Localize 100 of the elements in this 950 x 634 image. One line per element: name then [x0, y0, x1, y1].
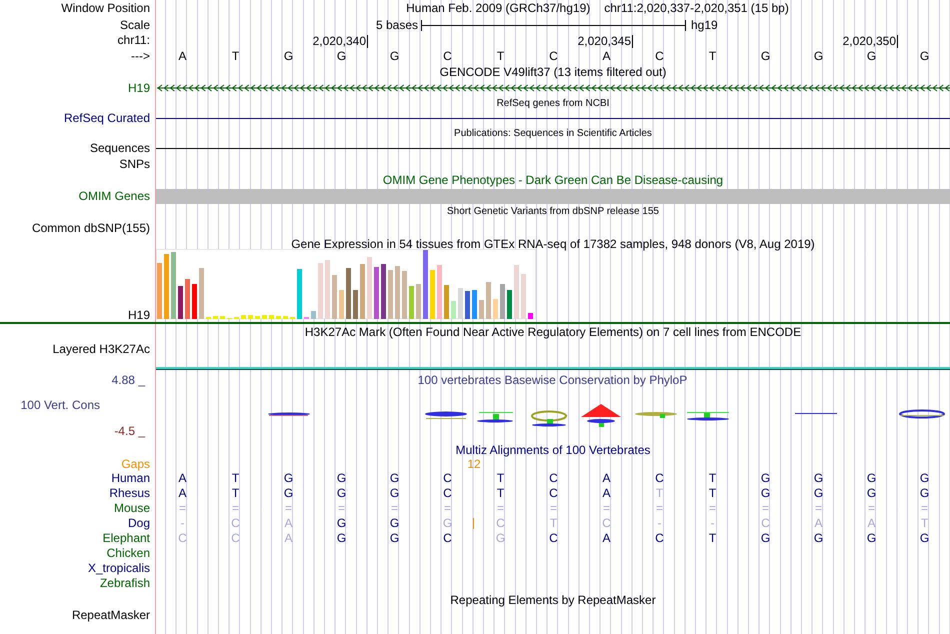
aligned-base: G: [388, 516, 400, 531]
base-letter: G: [760, 48, 772, 65]
expression-bar: [192, 284, 197, 319]
aligned-base: A: [283, 516, 294, 531]
expression-bar: [262, 315, 267, 319]
expression-bar: [423, 250, 428, 319]
track-title: OMIM Gene Phenotypes - Dark Green Can Be Disease-causing: [382, 172, 724, 188]
ruler-tick: 2,020,340: [312, 35, 368, 48]
aligned-base: G: [866, 531, 878, 546]
expression-bar: [367, 257, 372, 319]
expression-bar: [269, 315, 274, 319]
axis-max-label: 4.88 _: [112, 372, 146, 389]
aligned-base: T: [496, 471, 506, 486]
aligned-base: T: [708, 531, 718, 546]
row-label[interactable]: chr11:: [118, 33, 150, 48]
aligned-base: G: [918, 471, 930, 486]
aligned-base: G: [760, 471, 772, 486]
aligned-base: G: [866, 486, 878, 501]
species-label[interactable]: Dog: [128, 516, 150, 531]
track-label[interactable]: Common dbSNP(155): [32, 220, 150, 236]
track-label[interactable]: OMIM Genes: [78, 188, 150, 204]
assembly-name: Human Feb. 2009 (GRCh37/hg19): [406, 0, 590, 17]
species-label[interactable]: Human: [111, 471, 150, 486]
expression-bar: [248, 315, 253, 319]
expression-bar: [465, 291, 470, 319]
track-label[interactable]: 100 Vert. Cons: [20, 389, 150, 421]
expression-bar: [458, 288, 463, 319]
track-title: GENCODE V49lift37 (13 items filtered out): [440, 65, 666, 80]
aligned-base: A: [866, 516, 876, 531]
expression-bar: [472, 290, 477, 319]
gap-count: 12: [466, 457, 482, 471]
aligned-base: G: [388, 531, 400, 546]
genome-location: chr11:2,020,337-2,020,351 (15 bp): [604, 0, 789, 17]
aligned-base: C: [760, 516, 771, 531]
aligned-base: T: [496, 486, 506, 501]
base-letter: C: [548, 48, 559, 65]
aligned-base: =: [602, 501, 611, 516]
aligned-base: G: [388, 471, 400, 486]
aligned-base: G: [336, 471, 348, 486]
aligned-base: =: [496, 501, 505, 516]
expression-bar: [346, 268, 351, 319]
aligned-base: G: [336, 486, 348, 501]
expression-bar: [178, 286, 183, 319]
aligned-base: T: [548, 516, 558, 531]
base-letter: G: [812, 48, 824, 65]
base-letter: C: [654, 48, 665, 65]
expression-bar: [325, 260, 330, 319]
track-label[interactable]: RefSeq Curated: [64, 111, 150, 126]
species-label[interactable]: X_tropicalis: [88, 561, 150, 576]
aligned-base: =: [866, 501, 876, 516]
species-label[interactable]: Chicken: [106, 546, 150, 561]
track-label[interactable]: Sequences: [90, 141, 150, 156]
expression-bar: [444, 285, 449, 319]
expression-bar: [416, 284, 421, 319]
aligned-base: A: [177, 471, 188, 486]
species-label[interactable]: Mouse: [114, 501, 150, 516]
track-label[interactable]: SNPs: [119, 156, 150, 172]
expression-bar: [479, 300, 484, 319]
expression-bar: [220, 316, 225, 319]
aligned-base: T: [230, 486, 240, 501]
track-label[interactable]: Layered H3K27Ac: [52, 341, 150, 371]
expression-bar: [283, 316, 288, 319]
aligned-base: T: [230, 471, 240, 486]
aligned-base: =: [708, 501, 717, 516]
expression-bar: [486, 282, 491, 319]
base-letter: T: [708, 48, 718, 65]
row-label[interactable]: Scale: [120, 17, 150, 33]
track-label[interactable]: H19: [128, 80, 150, 96]
species-label[interactable]: Zebrafish: [100, 576, 150, 591]
base-letter: G: [388, 48, 400, 65]
expression-bar: [500, 284, 505, 319]
track-label[interactable]: RepeatMasker: [72, 608, 150, 622]
species-label[interactable]: Rhesus: [109, 486, 150, 501]
expression-bar: [514, 265, 519, 319]
aligned-base: A: [813, 516, 824, 531]
strand-label[interactable]: --->: [131, 48, 150, 65]
aligned-base: C: [548, 531, 559, 546]
aligned-base: =: [920, 501, 929, 516]
aligned-base: A: [601, 471, 612, 486]
row-label[interactable]: Window Position: [61, 0, 150, 17]
expression-bar: [353, 290, 358, 319]
aligned-base: G: [336, 516, 348, 531]
expression-bar: [395, 266, 400, 319]
expression-bar: [185, 279, 190, 319]
axis-min-label: -4.5 _: [114, 423, 146, 440]
track-label[interactable]: H19: [128, 308, 150, 322]
aligned-base: G: [918, 486, 930, 501]
species-label[interactable]: Elephant: [102, 531, 150, 546]
base-letter: G: [918, 48, 930, 65]
aligned-base: G: [336, 531, 348, 546]
track-title: 100 vertebrates Basewise Conservation by PhyloP: [418, 372, 688, 389]
base-letter: G: [282, 48, 294, 65]
aligned-base: =: [548, 501, 558, 516]
aligned-base: T: [708, 471, 718, 486]
expression-bar: [276, 316, 281, 319]
expression-bar: [339, 290, 344, 319]
track-title: Repeating Elements by RepeatMasker: [450, 592, 656, 608]
aligned-base: G: [760, 486, 772, 501]
aligned-base: C: [654, 471, 665, 486]
aligned-base: A: [601, 486, 612, 501]
